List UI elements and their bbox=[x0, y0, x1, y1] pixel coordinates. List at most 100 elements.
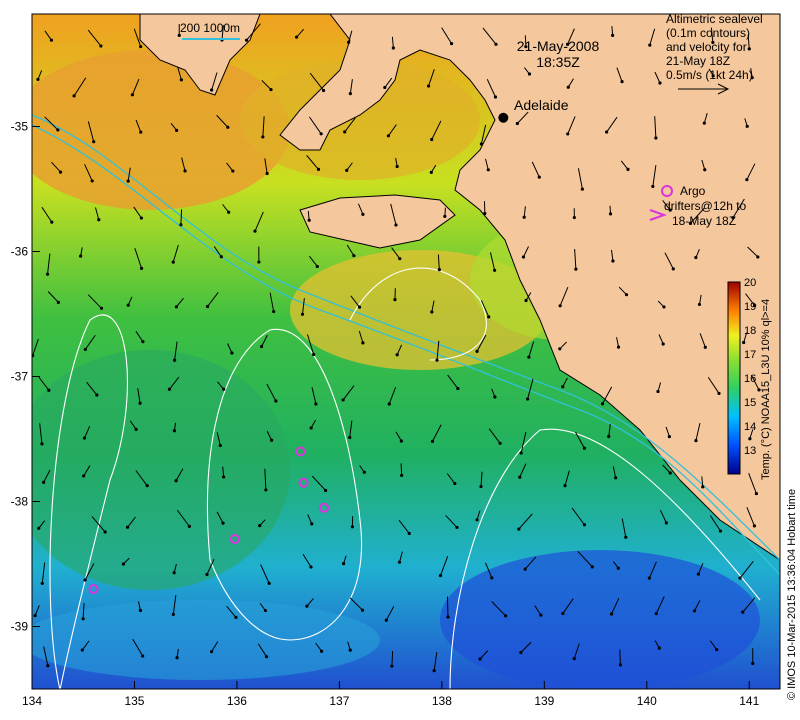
velocity-arrow-head bbox=[244, 38, 249, 42]
velocity-arrow-head bbox=[430, 439, 435, 443]
velocity-arrow-head bbox=[430, 137, 434, 142]
velocity-arrow-head bbox=[667, 434, 672, 439]
velocity-arrow-head bbox=[479, 484, 483, 489]
velocity-arrow-head bbox=[274, 399, 278, 403]
legend-line: Altimetric sealevel bbox=[666, 12, 763, 26]
velocity-arrow-head bbox=[498, 441, 502, 445]
velocity-arrow-head bbox=[315, 264, 319, 269]
velocity-arrow-head bbox=[33, 614, 37, 618]
velocity-arrow-head bbox=[139, 266, 144, 270]
velocity-arrow-head bbox=[648, 43, 652, 47]
lon-tick-label: 140 bbox=[637, 694, 657, 708]
velocity-arrow-head bbox=[611, 33, 615, 37]
velocity-arrow-head bbox=[321, 88, 326, 93]
velocity-arrow-head bbox=[174, 305, 179, 309]
colorbar-tick-label: 19 bbox=[744, 301, 756, 313]
velocity-arrow-head bbox=[103, 530, 107, 534]
velocity-arrow-head bbox=[395, 164, 399, 169]
velocity-arrow-head bbox=[437, 268, 441, 272]
legend-line: and velocity for bbox=[666, 40, 747, 54]
velocity-arrow-head bbox=[253, 229, 257, 233]
velocity-arrow-head bbox=[493, 268, 497, 272]
velocity-arrow-head bbox=[609, 612, 614, 616]
velocity-arrow-head bbox=[227, 210, 231, 214]
velocity-arrow-head bbox=[222, 475, 226, 479]
velocity-arrow-head bbox=[608, 212, 613, 216]
velocity-arrow-head bbox=[671, 267, 675, 271]
velocity-arrow-head bbox=[443, 214, 447, 218]
velocity-arrow-head bbox=[267, 581, 271, 585]
velocity-arrow-head bbox=[618, 663, 623, 667]
velocity-arrow-head bbox=[83, 578, 87, 582]
velocity-arrow-head bbox=[270, 438, 274, 442]
velocity-arrow-head bbox=[350, 525, 354, 529]
velocity-arrow-head bbox=[230, 351, 234, 355]
velocity-arrow-head bbox=[563, 484, 567, 488]
velocity-arrow-head bbox=[221, 521, 225, 525]
velocity-arrow bbox=[400, 463, 403, 476]
velocity-arrow-head bbox=[479, 142, 484, 146]
velocity-arrow-head bbox=[430, 310, 434, 314]
velocity-arrow-head bbox=[490, 576, 494, 580]
velocity-arrow-head bbox=[692, 609, 697, 613]
colorbar-tick-label: 14 bbox=[744, 421, 756, 433]
velocity-arrow-head bbox=[42, 480, 46, 484]
velocity-arrow-head bbox=[222, 387, 226, 391]
velocity-arrow-head bbox=[426, 84, 431, 88]
velocity-arrow-head bbox=[83, 347, 87, 352]
velocity-arrow-head bbox=[145, 484, 149, 488]
velocity-arrow-head bbox=[386, 134, 391, 138]
velocity-arrow-head bbox=[626, 167, 630, 172]
velocity-arrow-head bbox=[56, 300, 60, 304]
velocity-arrow-head bbox=[231, 169, 235, 173]
velocity-arrow-head bbox=[582, 523, 587, 527]
velocity-arrow-head bbox=[345, 168, 349, 172]
adelaide-label: Adelaide bbox=[514, 97, 569, 113]
velocity-arrow-head bbox=[657, 646, 661, 650]
velocity-arrow-head bbox=[45, 272, 50, 276]
velocity-arrow-head bbox=[694, 255, 698, 260]
velocity-arrow-head bbox=[558, 347, 562, 351]
velocity-arrow-head bbox=[172, 571, 176, 575]
lat-tick-label: -36 bbox=[11, 245, 29, 259]
legend-line: 0.5m/s (1kt 24h) bbox=[666, 68, 753, 82]
velocity-arrow-head bbox=[574, 267, 578, 271]
velocity-arrow-head bbox=[654, 612, 658, 616]
velocity-arrow-head bbox=[537, 175, 541, 179]
velocity-arrow-head bbox=[456, 386, 460, 391]
velocity-arrow-head bbox=[36, 77, 40, 82]
legend-line: (0.1m contours) bbox=[666, 26, 751, 40]
velocity-arrow-head bbox=[261, 135, 265, 139]
velocity-arrow-head bbox=[523, 567, 527, 571]
velocity-arrow-head bbox=[668, 471, 672, 475]
velocity-arrow-head bbox=[524, 298, 528, 303]
velocity-arrow-head bbox=[449, 42, 454, 46]
velocity-arrow-head bbox=[624, 293, 629, 297]
velocity-arrow-head bbox=[80, 648, 84, 652]
velocity-arrow-head bbox=[361, 341, 365, 345]
velocity-arrow-head bbox=[226, 125, 230, 129]
velocity-arrow-head bbox=[446, 615, 450, 619]
velocity-arrow-head bbox=[312, 352, 316, 357]
velocity-arrow-head bbox=[171, 260, 175, 264]
velocity-arrow-head bbox=[696, 572, 701, 576]
argo-label-line3: 18-May 18Z bbox=[672, 214, 737, 228]
velocity-arrow-head bbox=[616, 566, 620, 570]
velocity-arrow-head bbox=[50, 220, 54, 224]
velocity-arrow-head bbox=[487, 315, 491, 319]
velocity-arrow-head bbox=[662, 305, 666, 309]
velocity-arrow-head bbox=[209, 650, 214, 654]
velocity-arrow-head bbox=[438, 573, 443, 578]
velocity-arrow-head bbox=[504, 614, 508, 618]
adelaide-city-marker bbox=[498, 112, 509, 123]
velocity-arrow-head bbox=[572, 215, 576, 220]
velocity-arrow-head bbox=[210, 88, 214, 92]
velocity-arrow-head bbox=[309, 565, 313, 569]
velocity-arrow-head bbox=[56, 128, 60, 132]
velocity-arrow-head bbox=[348, 92, 352, 96]
lat-tick-label: -38 bbox=[11, 495, 29, 509]
colorbar-tick-label: 17 bbox=[744, 349, 756, 361]
velocity-arrow bbox=[619, 649, 621, 665]
velocity-arrow-head bbox=[167, 387, 172, 391]
velocity-arrow-head bbox=[600, 402, 605, 406]
